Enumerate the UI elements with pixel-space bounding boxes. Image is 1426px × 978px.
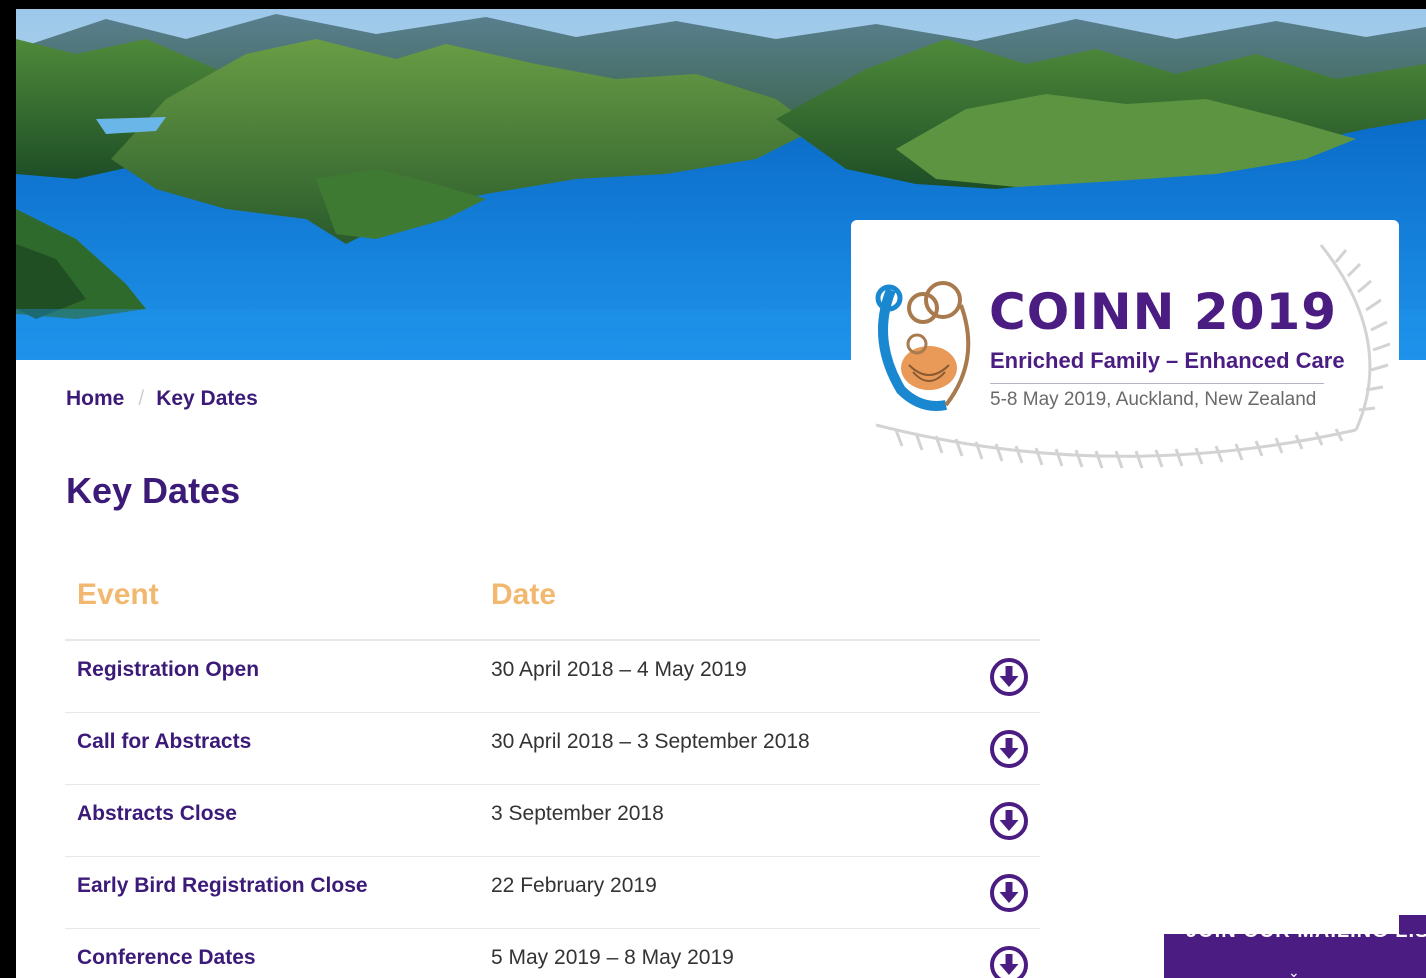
family-emblem-icon	[875, 281, 971, 411]
mailing-list-tab[interactable]: JOIN OUR MAILING LIST ⌄	[1164, 934, 1426, 978]
logo-divider	[990, 383, 1324, 384]
table-row: Early Bird Registration Close 22 Februar…	[65, 857, 1040, 929]
table-row: Call for Abstracts 30 April 2018 – 3 Sep…	[65, 713, 1040, 785]
logo-event-info: 5-8 May 2019, Auckland, New Zealand	[990, 389, 1317, 410]
table-row: Registration Open 30 April 2018 – 4 May …	[65, 641, 1040, 713]
event-name: Conference Dates	[77, 946, 256, 969]
breadcrumb-separator: /	[138, 387, 145, 410]
event-date: 30 April 2018 – 3 September 2018	[491, 730, 810, 753]
event-date: 3 September 2018	[491, 802, 664, 825]
mailing-list-label: JOIN OUR MAILING LIST	[1186, 934, 1426, 943]
event-name: Abstracts Close	[77, 802, 237, 825]
chevron-down-icon: ⌄	[1288, 964, 1300, 978]
page: COINN 2019 Enriched Family – Enhanced Ca…	[16, 9, 1426, 978]
breadcrumb-home-link[interactable]: Home	[66, 387, 124, 410]
breadcrumb: Home / Key Dates	[66, 384, 258, 414]
download-circle-icon[interactable]	[989, 945, 1029, 978]
download-circle-icon[interactable]	[989, 729, 1029, 769]
event-name: Early Bird Registration Close	[77, 874, 368, 897]
logo-tagline: Enriched Family – Enhanced Care	[990, 348, 1345, 373]
logo-title: COINN 2019	[989, 283, 1338, 341]
table-row: Conference Dates 5 May 2019 – 8 May 2019	[65, 929, 1040, 978]
page-title: Key Dates	[66, 470, 241, 511]
event-name: Call for Abstracts	[77, 730, 252, 753]
table-header: Event Date	[65, 565, 1040, 641]
breadcrumb-current-link[interactable]: Key Dates	[156, 387, 258, 410]
event-date: 22 February 2019	[491, 874, 657, 897]
event-date: 30 April 2018 – 4 May 2019	[491, 658, 747, 681]
table-row: Abstracts Close 3 September 2018	[65, 785, 1040, 857]
conference-logo[interactable]: COINN 2019 Enriched Family – Enhanced Ca…	[851, 220, 1399, 480]
download-circle-icon[interactable]	[989, 873, 1029, 913]
download-circle-icon[interactable]	[989, 801, 1029, 841]
key-dates-table: Event Date Registration Open 30 April 20…	[65, 565, 1040, 978]
download-circle-icon[interactable]	[989, 657, 1029, 697]
event-date: 5 May 2019 – 8 May 2019	[491, 946, 734, 969]
column-header-event: Event	[77, 578, 159, 611]
event-name: Registration Open	[77, 658, 260, 681]
column-header-date: Date	[491, 578, 557, 611]
